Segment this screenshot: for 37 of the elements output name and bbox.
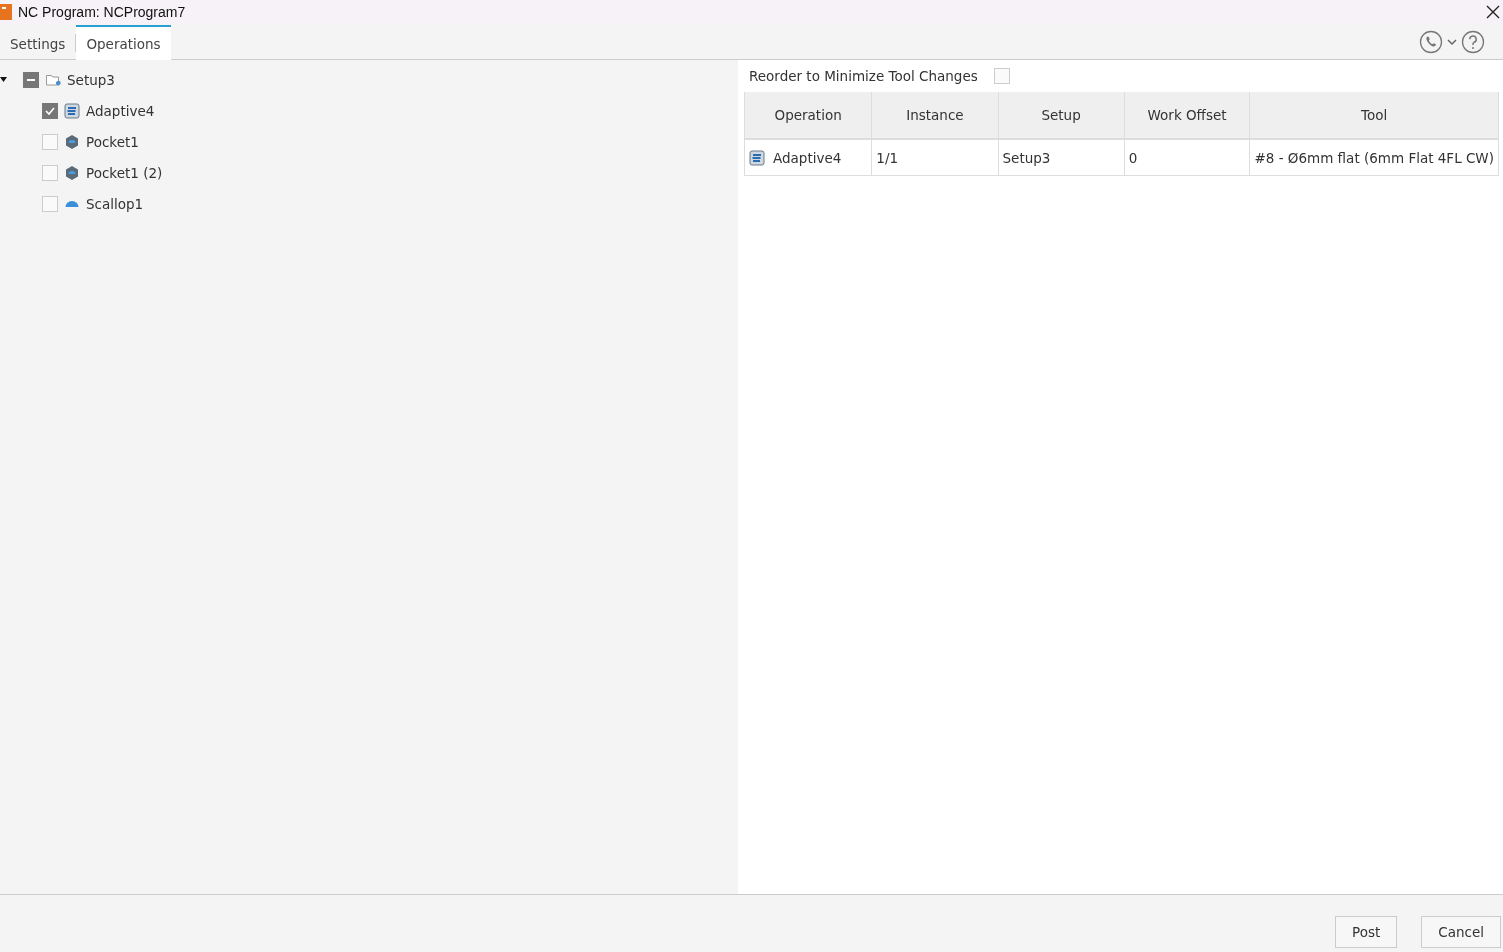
help-icon[interactable] [1461,29,1485,54]
tree-item[interactable]: Setup3 [67,71,115,88]
checkbox[interactable] [42,133,58,150]
checkbox[interactable] [23,71,39,88]
layers-icon [64,102,80,119]
tree-item[interactable]: Pocket1 (2) [86,164,163,181]
tree-item[interactable]: Adaptive4 [86,102,155,119]
table-cell: #8 - Ø6mm flat (6mm Flat 4FL CW) [1249,139,1499,176]
checkbox[interactable] [42,102,58,119]
checkbox[interactable] [42,164,58,181]
table-cell: Setup3 [998,139,1125,176]
window-title: NC Program: NCProgram7 [18,4,187,20]
checkbox[interactable] [993,68,1010,84]
caret-icon[interactable] [1447,37,1457,46]
app-logo-icon [0,4,12,20]
tab[interactable]: Operations [76,25,171,60]
hexagon-icon [64,164,80,181]
checkbox-label: Reorder to Minimize Tool Changes [749,68,978,84]
close-icon[interactable] [1485,4,1501,20]
dialog-button[interactable]: Post [1335,916,1398,948]
column-header: Setup [998,92,1125,139]
hexagon-icon [64,133,80,150]
expand-arrow-icon[interactable] [0,75,8,84]
column-header: Instance [871,92,998,139]
table-cell: 0 [1124,139,1250,176]
tree-item[interactable]: Pocket1 [86,133,139,150]
tab[interactable]: Settings [0,26,76,59]
phone-icon[interactable] [1419,29,1443,54]
column-header: Tool [1249,92,1499,139]
checkbox[interactable] [42,195,58,212]
layers-icon [749,149,765,166]
dialog-button[interactable]: Cancel [1421,916,1501,948]
column-header: Operation [744,92,872,139]
column-header: Work Offset [1124,92,1250,139]
tree-item[interactable]: Scallop1 [86,195,144,212]
table-cell: 1/1 [871,139,998,176]
table-cell: Adaptive4 [773,149,842,166]
